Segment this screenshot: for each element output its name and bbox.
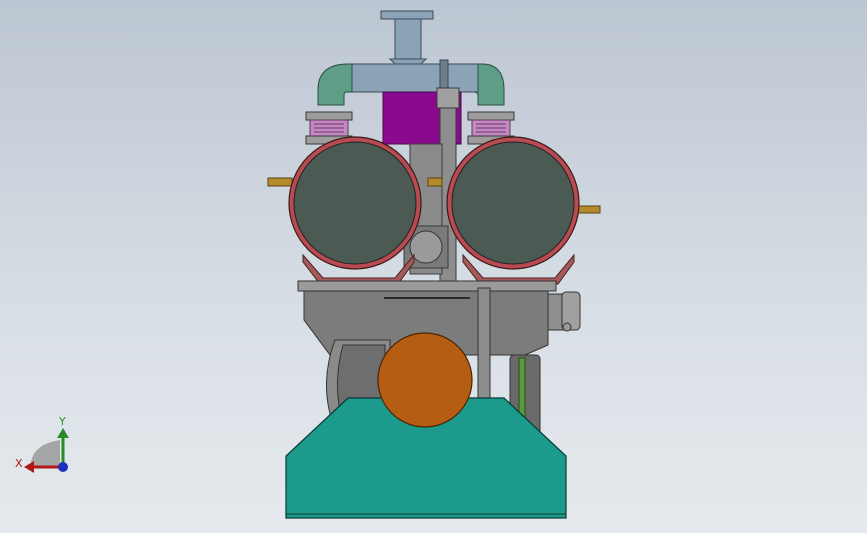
left-rod	[267, 177, 293, 187]
z-axis-dot	[58, 462, 68, 472]
left-tank	[288, 136, 422, 270]
engine-assembly-model	[24, 10, 601, 519]
x-axis-label: X	[15, 457, 23, 470]
right-tank	[446, 136, 580, 270]
y-axis-label: Y	[59, 415, 66, 428]
right-rod	[575, 205, 601, 214]
cad-viewport[interactable]: Y X	[0, 0, 867, 533]
left-elbow	[317, 63, 353, 106]
coordinate-triad	[24, 428, 69, 473]
right-elbow	[473, 63, 505, 106]
dome	[377, 332, 473, 428]
